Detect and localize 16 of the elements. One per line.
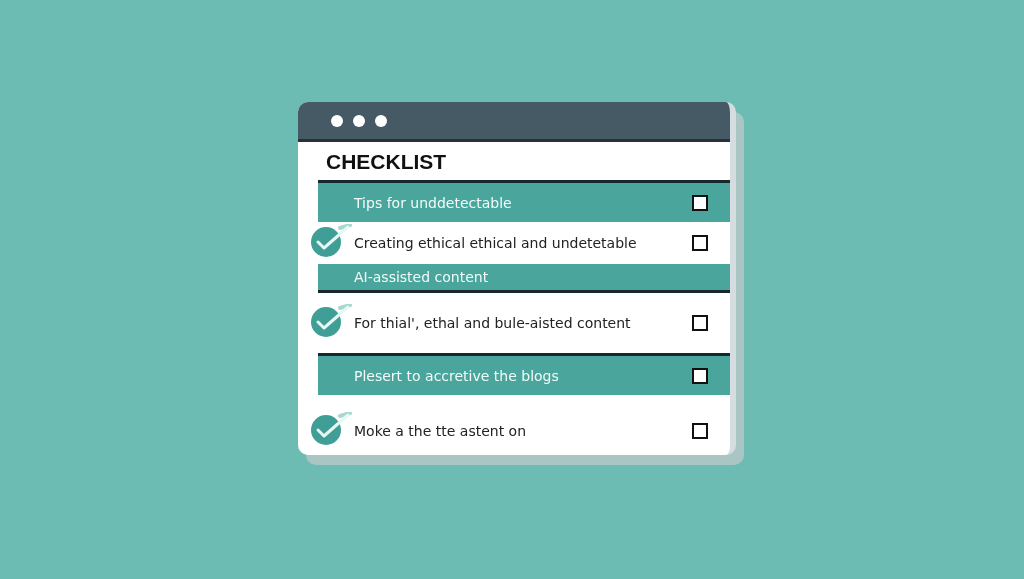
- checklist-item[interactable]: Plesert to accretive the blogs: [318, 353, 730, 395]
- item-label: Plesert to accretive the blogs: [354, 367, 559, 384]
- checkbox[interactable]: [692, 194, 708, 211]
- checklist-item[interactable]: Tips for unddetectable: [318, 180, 730, 222]
- checkbox[interactable]: [692, 235, 708, 251]
- item-label: For thial', ethal and bule-aisted content: [354, 315, 631, 331]
- checkbox[interactable]: [692, 423, 708, 439]
- item-label: Tips for unddetectable: [354, 194, 512, 211]
- checkbox[interactable]: [692, 367, 708, 384]
- item-label: AI-assisted content: [354, 269, 489, 285]
- checkbox[interactable]: [692, 315, 708, 331]
- window-title: CHECKLIST: [325, 149, 448, 175]
- checklist-item[interactable]: AI-assisted content: [318, 264, 730, 293]
- item-label: Moke a the tte astent on: [354, 423, 527, 439]
- item-label: Creating ethical ethical and undetetable: [354, 235, 637, 251]
- window-dots-icon: [330, 113, 388, 128]
